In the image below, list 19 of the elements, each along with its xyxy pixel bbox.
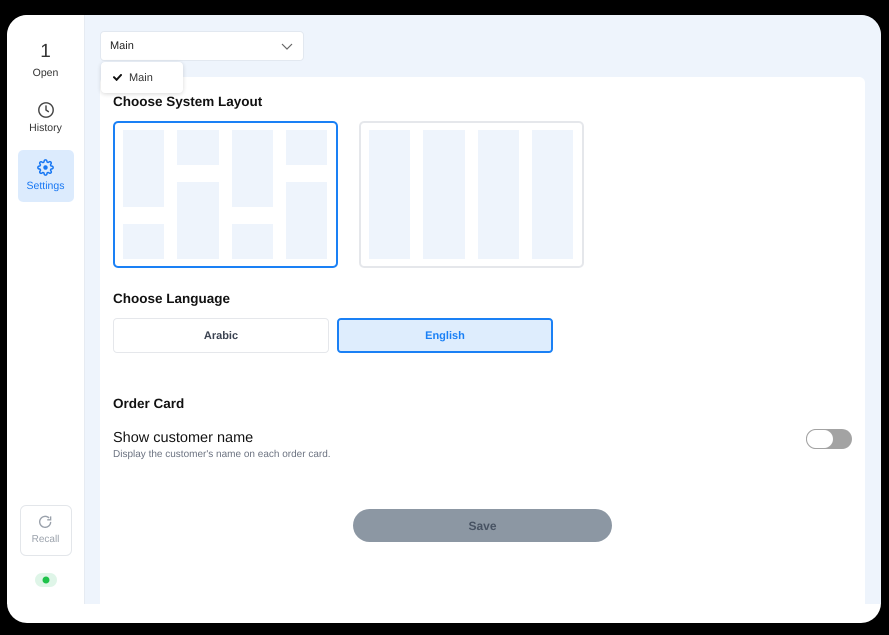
section-heading: Choose Language [113, 291, 230, 307]
section-heading: Order Card [113, 396, 184, 412]
setting-title: Show customer name [113, 430, 254, 447]
section-heading: Choose System Layout [113, 94, 262, 110]
item-count: 1 [40, 40, 51, 62]
sidebar-item[interactable]: 1 Open [18, 34, 74, 86]
setting-description: Display the customer's name on each order card. [113, 449, 331, 461]
branch-dropdown[interactable]: Main [100, 31, 304, 61]
sidebar-item[interactable]: Settings [18, 150, 74, 202]
menu-item[interactable]: Main [101, 62, 183, 93]
toggle-switch[interactable] [806, 429, 852, 449]
gear-icon [37, 159, 54, 176]
layout-option[interactable] [113, 121, 338, 268]
sidebar-item[interactable]: History [18, 92, 74, 144]
chevron-down-icon [281, 42, 293, 50]
language-option[interactable]: Arabic [113, 318, 329, 353]
refresh-icon [39, 515, 52, 528]
checkmark-icon [113, 74, 122, 81]
clock-icon [38, 102, 54, 118]
